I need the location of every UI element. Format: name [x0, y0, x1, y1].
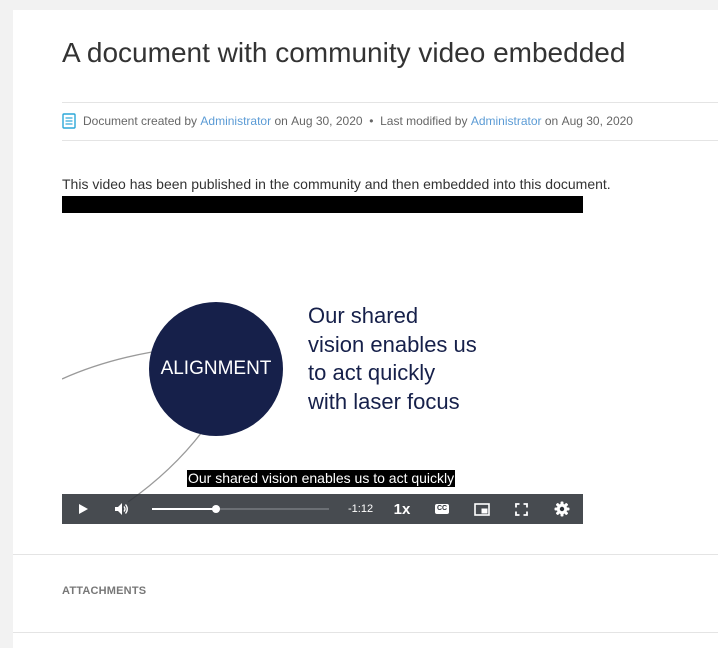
- play-icon: [79, 504, 88, 514]
- created-by-link[interactable]: Administrator: [200, 114, 271, 128]
- alignment-circle: ALIGNMENT: [149, 302, 283, 436]
- time-remaining: -1:12: [348, 503, 374, 515]
- settings-icon: [554, 501, 570, 517]
- created-on-prefix: on: [274, 114, 288, 128]
- slide-line: Our shared: [308, 303, 419, 328]
- volume-button[interactable]: [111, 494, 133, 524]
- fullscreen-button[interactable]: [510, 494, 532, 524]
- modified-by-link[interactable]: Administrator: [471, 114, 542, 128]
- modified-prefix: Last modified by: [380, 114, 468, 128]
- modified-on-prefix: on: [544, 114, 559, 128]
- speed-label: 1x: [393, 500, 411, 518]
- document-panel: A document with community video embedded…: [13, 10, 718, 648]
- created-prefix: Document created by: [83, 114, 198, 128]
- video-caption: Our shared vision enables us to act quic…: [187, 470, 456, 487]
- progress-bar[interactable]: [152, 505, 329, 513]
- slide-text: Our shared vision enables us to act quic…: [308, 302, 477, 416]
- circle-label: ALIGNMENT: [160, 358, 272, 379]
- picture-in-picture-button[interactable]: [471, 494, 493, 524]
- picture-in-picture-icon: [474, 502, 490, 516]
- play-button[interactable]: [72, 494, 94, 524]
- speed-button[interactable]: 1x: [388, 494, 416, 524]
- divider: [62, 140, 718, 141]
- slide-line: with laser focus: [308, 388, 460, 414]
- attachments-heading: ATTACHMENTS: [62, 585, 147, 597]
- slide-line: vision enables us: [308, 331, 477, 357]
- progress-fill: [152, 508, 216, 510]
- video-controls: -1:12 1x CC: [62, 494, 583, 524]
- page-title: A document with community video embedded: [62, 37, 626, 68]
- captions-icon: CC: [435, 504, 449, 514]
- progress-thumb[interactable]: [211, 505, 220, 513]
- divider: [62, 102, 718, 103]
- video-player[interactable]: ALIGNMENT Our shared vision enables us t…: [62, 196, 583, 524]
- divider: [13, 632, 718, 633]
- divider: [13, 554, 718, 555]
- captions-button[interactable]: CC: [431, 494, 453, 524]
- created-date: Aug 30, 2020: [291, 114, 363, 128]
- fullscreen-icon: [514, 502, 528, 516]
- slide-line: to act quickly: [308, 360, 436, 385]
- document-meta: Document created by Administrator on Aug…: [62, 113, 633, 129]
- volume-icon: [115, 503, 128, 515]
- document-icon: [62, 113, 76, 129]
- settings-button[interactable]: [551, 494, 573, 524]
- document-body-text: This video has been published in the com…: [62, 176, 611, 192]
- modified-date: Aug 30, 2020: [561, 114, 633, 128]
